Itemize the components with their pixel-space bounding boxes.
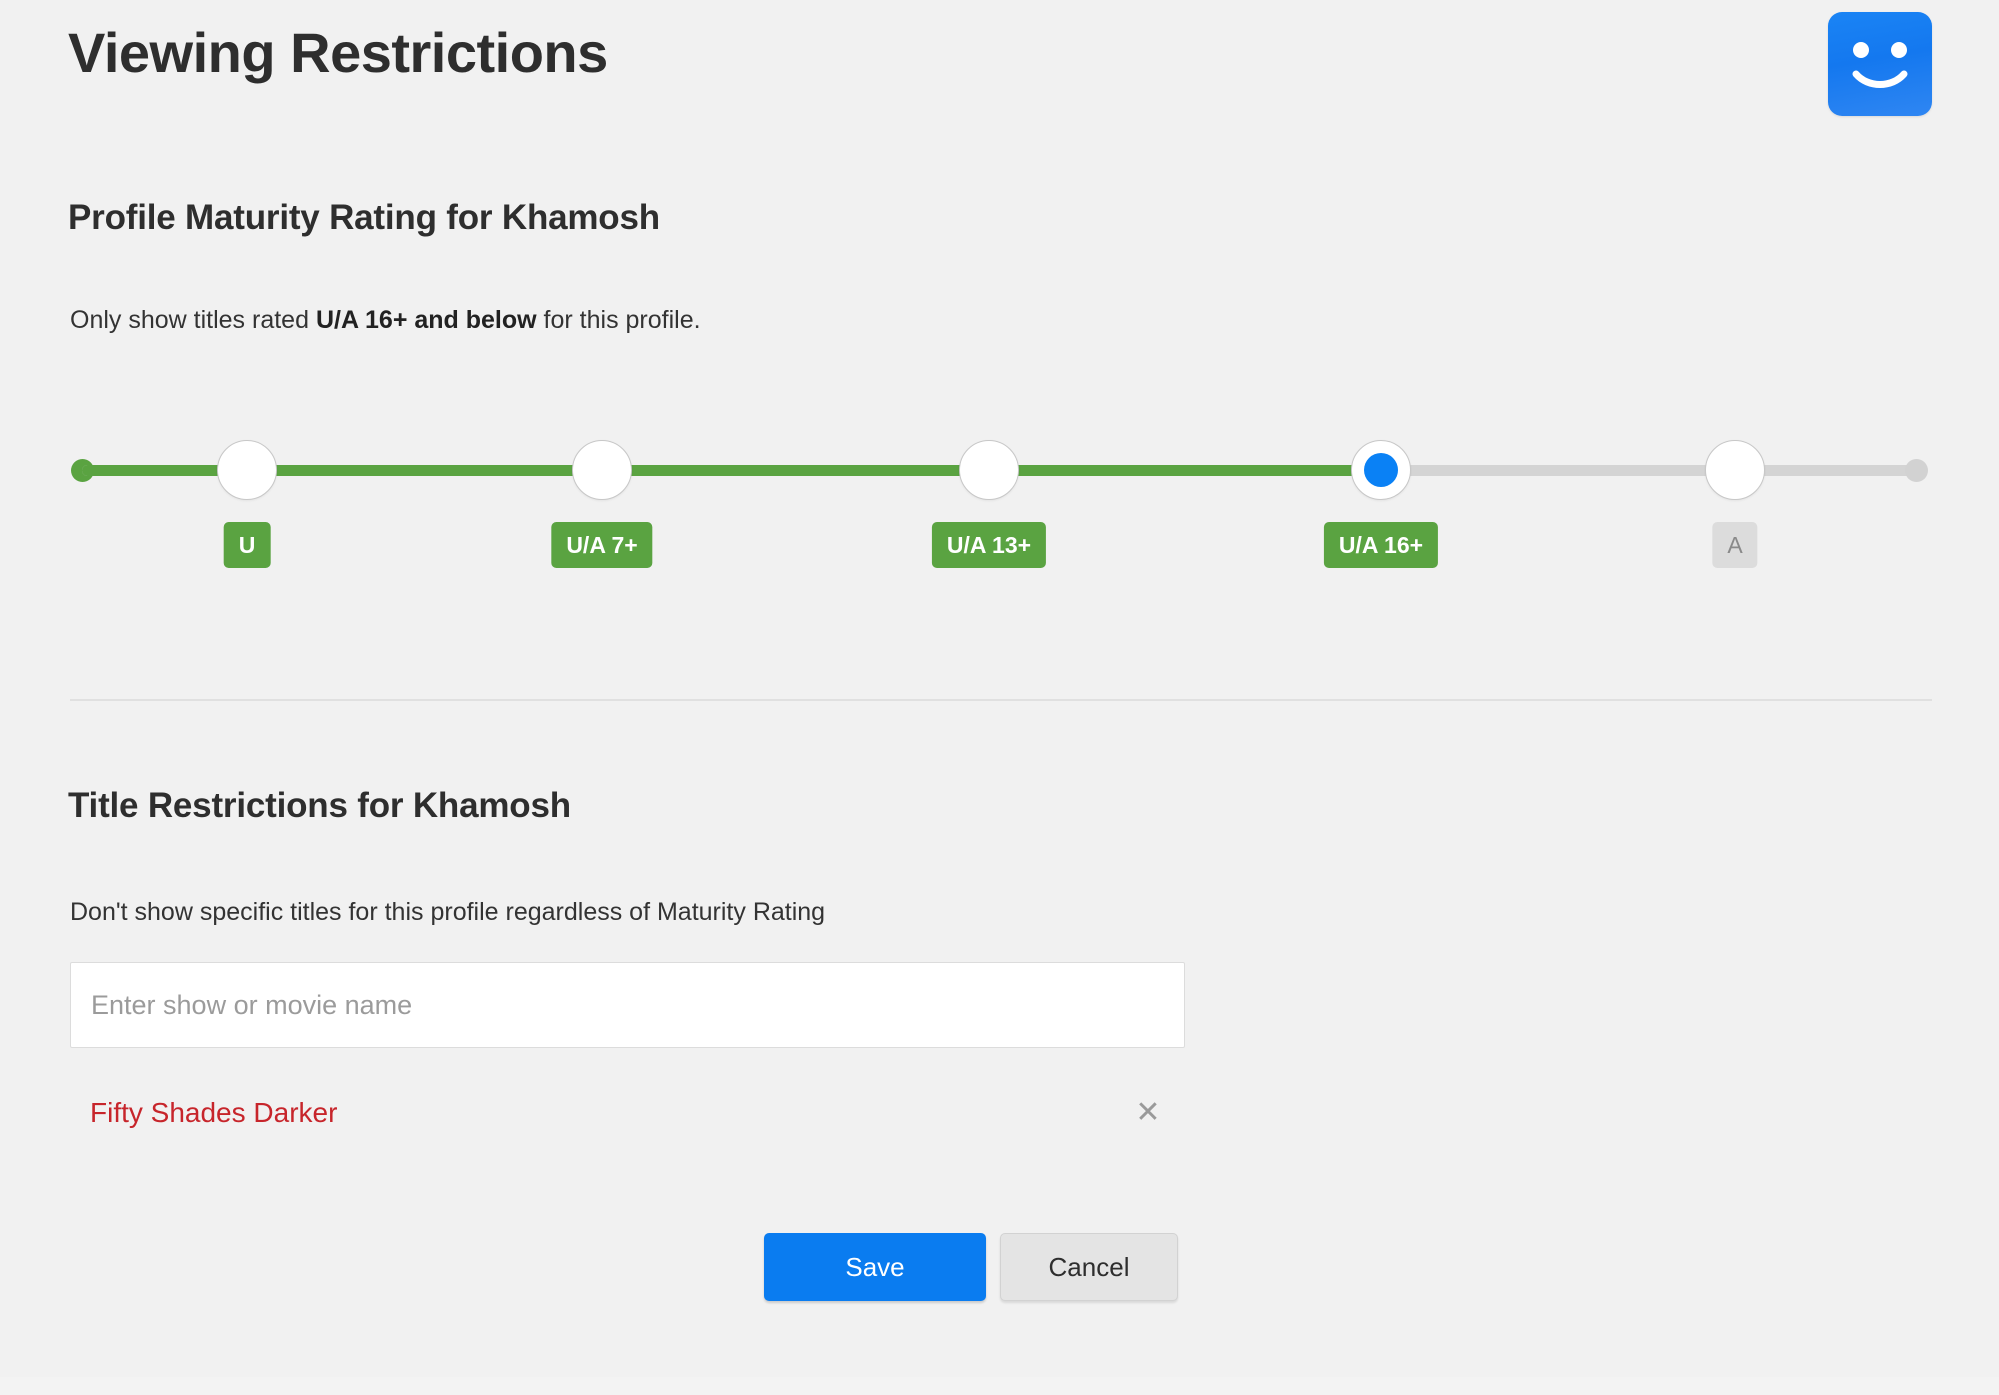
slider-handle-1[interactable]: [572, 440, 632, 500]
smiley-face-avatar-icon[interactable]: [1828, 12, 1932, 116]
slider-handle-0[interactable]: [217, 440, 277, 500]
title-restrictions-heading: Title Restrictions for Khamosh: [68, 786, 571, 825]
title-search-input[interactable]: [70, 962, 1185, 1048]
slider-handle-3[interactable]: [1351, 440, 1411, 500]
maturity-desc-strong: U/A 16+ and below: [315, 306, 537, 334]
page-bottom-strip: [0, 1377, 1999, 1395]
rating-badge-0[interactable]: U: [223, 522, 271, 568]
rating-badge-2[interactable]: U/A 13+: [931, 522, 1047, 568]
maturity-section-description: Only show titles rated U/A 16+ and below…: [70, 306, 701, 335]
slider-selected-dot: [1364, 453, 1398, 487]
blocked-title-row: Fifty Shades Darker ✕: [70, 1086, 1185, 1140]
slider-handle-2[interactable]: [959, 440, 1019, 500]
maturity-desc-prefix: Only show titles rated: [70, 306, 316, 334]
rating-badge-1[interactable]: U/A 7+: [551, 522, 653, 568]
maturity-desc-suffix: for this profile.: [536, 306, 701, 334]
slider-handle-4[interactable]: [1705, 440, 1765, 500]
viewing-restrictions-page: Viewing Restrictions Profile Maturity Ra…: [0, 0, 1999, 1395]
slider-track-end-cap: [1905, 459, 1928, 482]
title-restrictions-description: Don't show specific titles for this prof…: [70, 898, 826, 926]
rating-badge-4[interactable]: A: [1712, 522, 1758, 568]
cancel-button[interactable]: Cancel: [1000, 1233, 1178, 1301]
page-title: Viewing Restrictions: [68, 21, 608, 84]
close-icon[interactable]: ✕: [1128, 1086, 1168, 1140]
section-divider: [70, 699, 1932, 701]
maturity-rating-slider[interactable]: U U/A 7+ U/A 13+ U/A 16+ A: [0, 400, 1999, 600]
maturity-section-heading: Profile Maturity Rating for Khamosh: [68, 198, 660, 237]
blocked-title-name: Fifty Shades Darker: [90, 1097, 338, 1128]
save-button[interactable]: Save: [764, 1233, 986, 1301]
rating-badge-3[interactable]: U/A 16+: [1323, 522, 1439, 568]
